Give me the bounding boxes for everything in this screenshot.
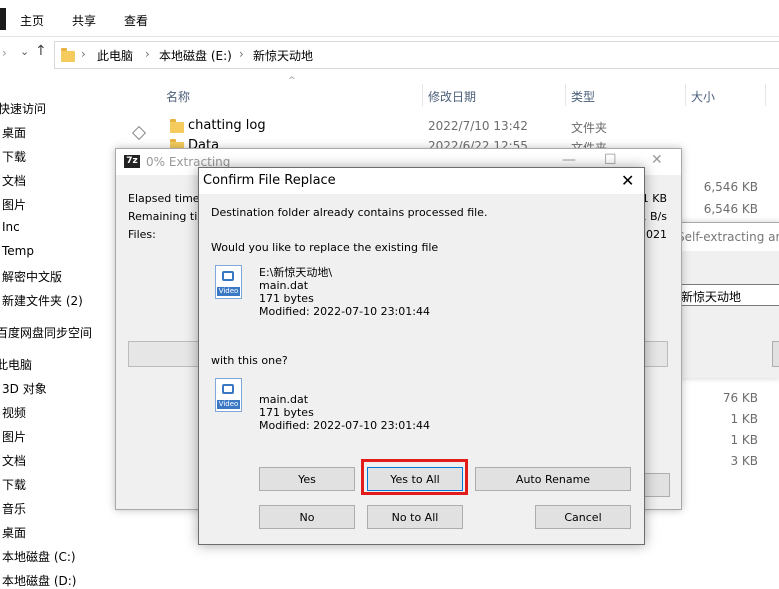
folder-icon [61,48,75,62]
file-size: 6,546 KB [703,180,758,194]
column-divider[interactable] [765,84,766,106]
breadcrumb-separator-icon: › [239,47,244,61]
sfx-path-field[interactable]: 新惊天动地 [679,284,779,306]
file-tab[interactable] [0,8,6,30]
ribbon: 主页 共享 查看 [0,0,779,37]
nav-3d-objects[interactable]: 3D 对象 [2,380,47,397]
tab-share[interactable]: 共享 [72,12,96,29]
breadcrumb-drive[interactable]: 本地磁盘 (E:) [159,47,232,64]
nav-videos[interactable]: 视频 [2,404,26,421]
nav-pc-pictures[interactable]: 图片 [2,428,26,445]
table-row[interactable]: chatting log 2022/7/10 13:42 文件夹 [150,116,750,138]
nav-pc-documents[interactable]: 文档 [2,452,26,469]
address-bar[interactable]: › 此电脑 › 本地磁盘 (E:) › 新惊天动地 [54,41,779,69]
file-name: Data [188,138,220,148]
file-name: chatting log [188,118,266,133]
message-replace-question: Would you like to replace the existing f… [211,241,439,254]
nav-new-folder-2[interactable]: 新建文件夹 (2) [2,292,83,309]
nav-documents[interactable]: 文档 [2,172,26,189]
column-name[interactable]: 名称 [166,88,190,105]
nav-this-pc[interactable]: 此电脑 [0,356,32,373]
nav-temp[interactable]: Temp [2,244,34,258]
breadcrumb-folder[interactable]: 新惊天动地 [253,47,313,64]
no-to-all-button[interactable]: No to All [367,505,463,529]
confirm-file-replace-dialog: Confirm File Replace ✕ Destination folde… [198,167,645,545]
file-type: 文件夹 [571,141,608,148]
elapsed-time-label: Elapsed time: [128,192,204,205]
nav-pc-desktop[interactable]: 桌面 [2,524,26,541]
file-size: 1 KB [730,412,758,426]
yes-button[interactable]: Yes [259,467,355,491]
nav-decrypted[interactable]: 解密中文版 [2,268,62,285]
tab-home[interactable]: 主页 [20,12,44,29]
sort-up-icon: ^ [288,76,296,86]
minimize-icon[interactable]: — [562,152,576,168]
nav-quick-access[interactable]: 快速访问 [0,100,46,117]
existing-file-info: E:\新惊天动地\ main.dat 171 bytes Modified: 2… [259,266,430,318]
new-file-info: main.dat 171 bytes Modified: 2022-07-10 … [259,393,430,432]
existing-file-path: E:\新惊天动地\ [259,266,333,279]
column-date[interactable]: 修改日期 [428,88,476,105]
address-bar-row: › ⌄ ↑ › 此电脑 › 本地磁盘 (E:) › 新惊天动地 [0,38,779,70]
tab-view[interactable]: 查看 [124,12,148,29]
cancel-button[interactable]: Cancel [535,505,631,529]
nav-baidu-sync[interactable]: 百度网盘同步空间 [0,324,92,341]
column-divider[interactable] [685,84,686,106]
new-file-modified: Modified: 2022-07-10 23:01:44 [259,419,430,432]
sfx-window: Self-extracting archive 新惊天动地 [677,222,779,378]
no-button[interactable]: No [259,505,355,529]
chevron-down-icon[interactable]: ⌄ [20,45,29,58]
new-file-size: 171 bytes [259,406,314,419]
nav-music[interactable]: 音乐 [2,500,26,517]
file-date: 2022/7/10 13:42 [428,119,528,133]
nav-drive-c[interactable]: 本地磁盘 (C:) [2,548,76,565]
forward-icon[interactable]: › [2,46,7,60]
column-size[interactable]: 大小 [691,88,715,105]
video-file-icon: Video [215,378,242,412]
nav-desktop[interactable]: 桌面 [2,124,26,141]
nav-pictures[interactable]: 图片 [2,196,26,213]
yes-to-all-button[interactable]: Yes to All [367,467,463,491]
nav-pc-downloads[interactable]: 下载 [2,476,26,493]
file-size: 3 KB [730,454,758,468]
breadcrumb-this-pc[interactable]: 此电脑 [97,47,133,64]
nav-downloads[interactable]: 下载 [2,148,26,165]
confirm-title: Confirm File Replace [203,173,336,188]
file-size: 1 KB [730,433,758,447]
close-icon[interactable]: ✕ [621,171,634,190]
existing-file-modified: Modified: 2022-07-10 23:01:44 [259,305,430,318]
column-type[interactable]: 类型 [571,88,595,105]
video-file-icon: Video [215,265,242,299]
sfx-path-value: 新惊天动地 [681,290,742,304]
table-row[interactable]: Data 2022/6/22 12:55 文件夹 [150,136,750,148]
new-file-name: main.dat [259,393,309,406]
7zip-logo-icon: 7z [124,155,140,168]
existing-file-name: main.dat [259,279,309,292]
pin-icon [131,125,147,141]
auto-rename-button[interactable]: Auto Rename [475,467,631,491]
confirm-titlebar[interactable]: Confirm File Replace ✕ [199,168,644,194]
files-label: Files: [128,228,156,241]
folder-icon [170,119,184,133]
breadcrumb-separator-icon: › [81,47,86,61]
message-with-this-one: with this one? [211,354,288,367]
close-icon[interactable]: ✕ [651,152,663,168]
up-arrow-icon[interactable]: ↑ [35,43,47,59]
sfx-browse-button[interactable] [772,341,779,367]
column-divider[interactable] [422,84,423,106]
file-date: 2022/6/22 12:55 [428,139,528,148]
file-size: 6,546 KB [703,202,758,216]
file-size: 76 KB [722,391,758,405]
maximize-icon[interactable]: ☐ [604,152,617,168]
existing-file-size: 171 bytes [259,292,314,305]
column-divider[interactable] [565,84,566,106]
sfx-title: Self-extracting archive [677,230,779,244]
breadcrumb-separator-icon: › [145,47,150,61]
message-destination: Destination folder already contains proc… [211,206,488,219]
nav-inc[interactable]: Inc [2,220,20,234]
nav-drive-d[interactable]: 本地磁盘 (D:) [2,572,76,589]
sfx-titlebar[interactable]: Self-extracting archive [677,223,779,251]
file-type: 文件夹 [571,121,608,135]
